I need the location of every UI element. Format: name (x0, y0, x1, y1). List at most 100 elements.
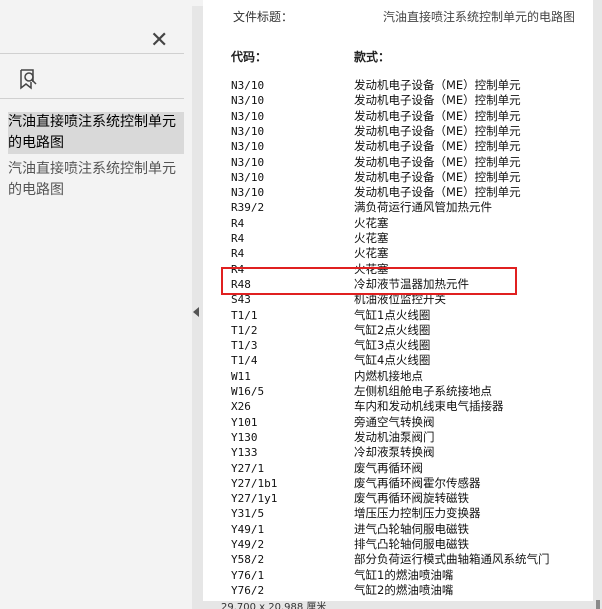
part-description: 气缸1的燃油喷油嘴 (354, 567, 454, 582)
sidebar-item-bookmark[interactable]: 汽油直接喷注系统控制单元的电路图 (8, 159, 184, 201)
part-code: Y76/2 (231, 583, 265, 597)
list-item: Y27/1b1 废气再循环阀霍尔传感器 (203, 476, 593, 491)
part-description: 发动机电子设备（ME）控制单元 (354, 169, 521, 184)
list-item: T1/4 气缸4点火线圈 (203, 353, 593, 368)
part-description: 气缸4点火线圈 (354, 353, 431, 368)
part-description: 增压压力控制压力变换器 (354, 506, 481, 521)
part-code: T1/3 (231, 339, 258, 353)
list-item: N3/10 发动机电子设备（ME）控制单元 (203, 93, 593, 108)
part-code: Y76/1 (231, 568, 265, 582)
part-description: 车内和发动机线束电气插接器 (354, 399, 504, 414)
part-description: 发动机电子设备（ME）控制单元 (354, 108, 521, 123)
sidebar-item-bookmark[interactable]: 汽油直接喷注系统控制单元的电路图 (8, 112, 184, 154)
part-description: 气缸2点火线圈 (354, 322, 431, 337)
list-item: Y49/2 排气凸轮轴伺服电磁铁 (203, 537, 593, 552)
part-code: T1/1 (231, 308, 258, 322)
part-code: N3/10 (231, 79, 265, 92)
part-code: Y101 (231, 415, 258, 429)
part-code: Y58/2 (231, 553, 265, 567)
page-size-label: 29.700 x 20.988 厘米 (221, 602, 327, 609)
part-code: Y130 (231, 430, 258, 444)
list-item: R4 火花塞 (203, 246, 593, 261)
part-description: 旁通空气转换阀 (354, 414, 435, 429)
part-description: 废气再循环阀旋转磁铁 (354, 491, 469, 506)
part-code: T1/2 (231, 323, 258, 337)
part-description: 气缸2的燃油喷油嘴 (354, 582, 454, 597)
list-item: Y27/1 废气再循环阀 (203, 461, 593, 476)
list-item: Y76/2 气缸2的燃油喷油嘴 (203, 583, 593, 598)
document-page: 文件标题： 汽油直接喷注系统控制单元的电路图 代码： 款式： N3/10 发动机电… (203, 0, 593, 601)
list-item: T1/3 气缸3点火线圈 (203, 338, 593, 353)
scrollbar-thumb[interactable] (596, 600, 600, 609)
title-label: 文件标题： (233, 10, 294, 24)
list-item: N3/10 发动机电子设备（ME）控制单元 (203, 139, 593, 154)
part-code: R4 (231, 216, 245, 230)
part-code: R4 (231, 247, 245, 261)
part-code: N3/10 (231, 109, 265, 123)
list-item: W16/5 左侧机组舱电子系统接地点 (203, 384, 593, 399)
part-code: N3/10 (231, 124, 265, 138)
part-code: Y49/1 (231, 522, 265, 536)
bookmarks-sidebar: ✕ 汽油直接喷注系统控制单元的电路图 汽油直接喷注系统控制单元的电路图 (0, 6, 192, 609)
part-description: 冷却液泵转换阀 (354, 445, 435, 460)
list-item: Y76/1 气缸1的燃油喷油嘴 (203, 568, 593, 583)
part-code: N3/10 (231, 170, 265, 184)
part-description: 气缸1点火线圈 (354, 307, 431, 322)
list-item: Y130 发动机油泵阀门 (203, 430, 593, 445)
column-header-code: 代码： (231, 50, 268, 64)
part-description: 火花塞 (354, 246, 389, 261)
column-header-description: 款式： (354, 50, 391, 64)
part-code: Y49/2 (231, 538, 265, 551)
list-item: Y49/1 进气凸轮轴伺服电磁铁 (203, 522, 593, 537)
part-code: R4 (231, 232, 245, 245)
list-item: Y31/5 增压压力控制压力变换器 (203, 506, 593, 521)
part-description: 发动机电子设备（ME）控制单元 (354, 78, 521, 92)
part-code: N3/10 (231, 94, 265, 108)
vertical-scrollbar[interactable] (593, 0, 602, 609)
list-item: N3/10 发动机电子设备（ME）控制单元 (203, 78, 593, 93)
part-code: Y31/5 (231, 507, 265, 521)
collapse-sidebar-arrow-icon[interactable] (193, 307, 199, 317)
sidebar-divider (0, 98, 184, 99)
part-description: 火花塞 (354, 231, 389, 245)
close-icon[interactable]: ✕ (150, 28, 168, 53)
part-code: Y133 (231, 446, 258, 460)
list-item: R39/2 满负荷运行通风管加热元件 (203, 200, 593, 215)
part-description: 满负荷运行通风管加热元件 (354, 200, 492, 215)
part-code: Y27/1y1 (231, 492, 278, 506)
list-item: R4 火花塞 (203, 216, 593, 231)
part-code: W16/5 (231, 385, 265, 398)
part-description: 废气再循环阀霍尔传感器 (354, 475, 481, 490)
list-item: N3/10 发动机电子设备（ME）控制单元 (203, 109, 593, 124)
list-item: N3/10 发动机电子设备（ME）控制单元 (203, 170, 593, 185)
list-item: R4 火花塞 (203, 231, 593, 246)
sidebar-divider (0, 53, 184, 54)
part-code: X26 (231, 400, 251, 414)
part-description: 发动机电子设备（ME）控制单元 (354, 93, 521, 108)
part-description: 火花塞 (354, 215, 389, 230)
part-code: R39/2 (231, 201, 265, 215)
list-item: N3/10 发动机电子设备（ME）控制单元 (203, 155, 593, 170)
part-description: 发动机电子设备（ME）控制单元 (354, 185, 521, 200)
part-description: 发动机电子设备（ME）控制单元 (354, 139, 521, 154)
list-item: T1/1 气缸1点火线圈 (203, 308, 593, 323)
bookmark-search-icon[interactable] (18, 68, 40, 92)
part-code: T1/4 (231, 354, 258, 368)
status-bar: 29.700 x 20.988 厘米 (203, 601, 593, 609)
list-item: X26 车内和发动机线束电气插接器 (203, 399, 593, 414)
list-item: W11 内燃机接地点 (203, 369, 593, 384)
part-description: 左侧机组舱电子系统接地点 (354, 384, 492, 398)
part-description: 气缸3点火线圈 (354, 338, 431, 353)
part-description: 发动机电子设备（ME）控制单元 (354, 123, 521, 138)
part-code: N3/10 (231, 186, 265, 200)
part-description: 发动机油泵阀门 (354, 429, 435, 444)
part-code: N3/10 (231, 155, 265, 169)
list-item: Y27/1y1 废气再循环阀旋转磁铁 (203, 491, 593, 506)
part-description: 废气再循环阀 (354, 460, 423, 475)
part-code: Y27/1b1 (231, 476, 278, 490)
part-description: 进气凸轮轴伺服电磁铁 (354, 521, 469, 536)
list-item: N3/10 发动机电子设备（ME）控制单元 (203, 124, 593, 139)
part-code: W11 (231, 369, 251, 383)
part-description: 排气凸轮轴伺服电磁铁 (354, 537, 469, 551)
part-code: N3/10 (231, 140, 265, 154)
